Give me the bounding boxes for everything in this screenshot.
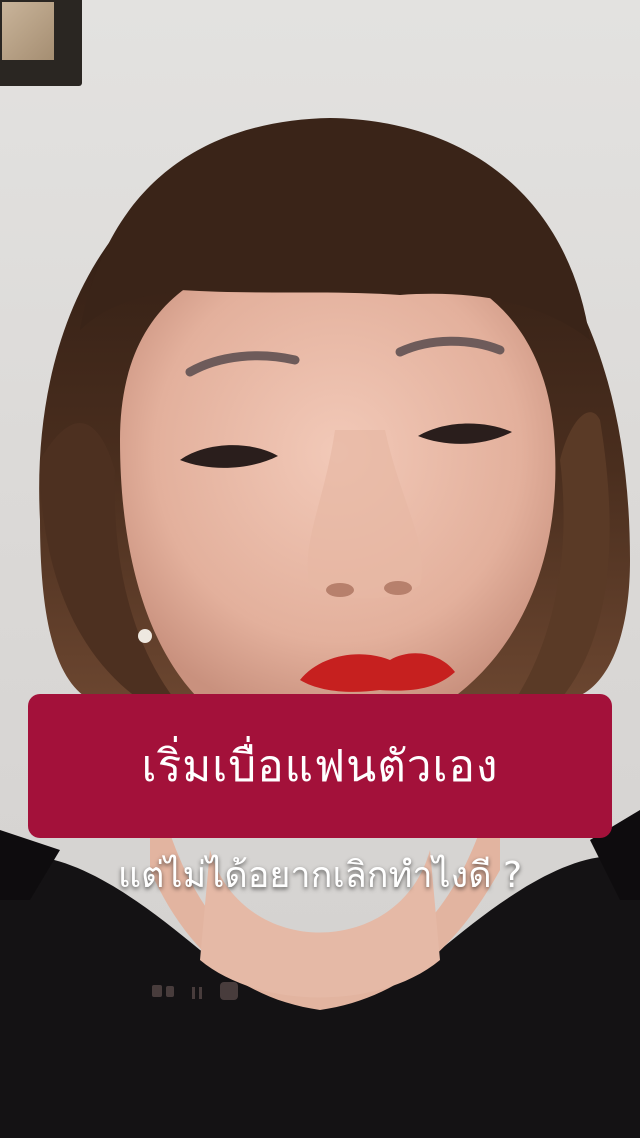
video-frame: เริ่มเบื่อแฟนตัวเอง แต่ไม่ได้อยากเลิกทำไ… — [0, 0, 640, 1138]
earring — [138, 629, 152, 643]
person-photo — [0, 118, 640, 1138]
caption-headline: เริ่มเบื่อแฟนตัวเอง — [141, 741, 499, 792]
caption-headline-box: เริ่มเบื่อแฟนตัวเอง — [28, 694, 612, 838]
caption-subline: แต่ไม่ได้อยากเลิกทำไงดี ? — [117, 855, 523, 896]
right-nostril — [384, 581, 412, 595]
left-nostril — [326, 583, 354, 597]
